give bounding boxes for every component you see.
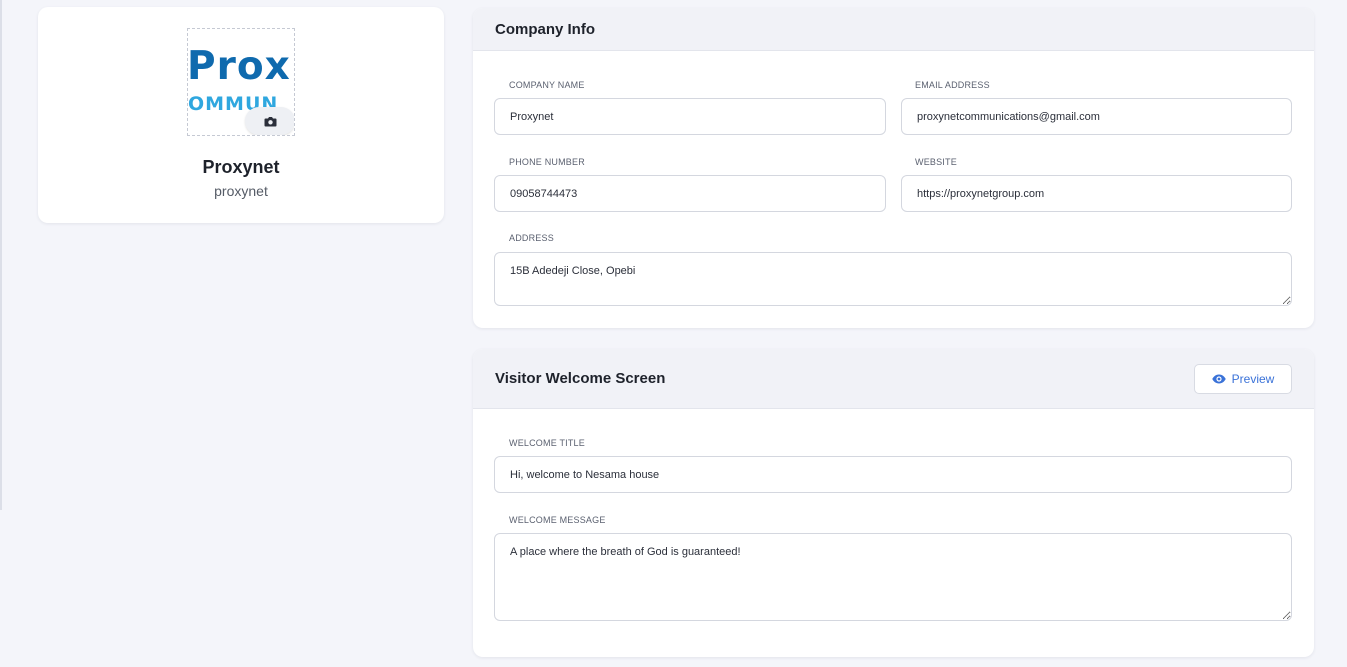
change-logo-button[interactable] [245, 107, 294, 135]
welcome-screen-title: Visitor Welcome Screen [495, 370, 666, 387]
welcome-title-input[interactable] [494, 456, 1292, 493]
eye-icon [1211, 374, 1226, 383]
phone-input[interactable] [494, 175, 886, 212]
email-label: EMAIL ADDRESS [915, 80, 990, 90]
address-label: ADDRESS [509, 233, 554, 243]
company-info-header: Company Info [473, 8, 1314, 51]
welcome-screen-header: Visitor Welcome Screen Preview [473, 349, 1314, 409]
company-logo[interactable]: Prox OMMUN [187, 28, 295, 136]
address-textarea[interactable]: 15B Adedeji Close, Opebi [494, 252, 1292, 306]
company-info-title: Company Info [495, 20, 595, 38]
company-info-card: Company Info COMPANY NAME EMAIL ADDRESS … [473, 8, 1314, 328]
left-edge-divider [0, 0, 2, 510]
email-input[interactable] [901, 98, 1292, 135]
welcome-message-label: WELCOME MESSAGE [509, 515, 606, 525]
welcome-screen-card: Visitor Welcome Screen Preview WELCOME T… [473, 349, 1314, 657]
website-label: WEBSITE [915, 157, 957, 167]
company-name-input[interactable] [494, 98, 886, 135]
profile-card: Prox OMMUN Proxynet proxynet [38, 7, 444, 223]
welcome-title-label: WELCOME TITLE [509, 438, 585, 448]
profile-name: Proxynet [202, 157, 280, 177]
camera-icon [264, 116, 276, 126]
welcome-message-textarea[interactable]: A place where the breath of God is guara… [494, 533, 1292, 621]
company-name-label: COMPANY NAME [509, 80, 585, 90]
preview-button[interactable]: Preview [1194, 363, 1292, 394]
profile-handle: proxynet [214, 183, 268, 199]
preview-button-label: Preview [1231, 371, 1275, 386]
logo-text: Prox [187, 44, 291, 89]
website-input[interactable] [901, 175, 1292, 212]
phone-label: PHONE NUMBER [509, 157, 585, 167]
